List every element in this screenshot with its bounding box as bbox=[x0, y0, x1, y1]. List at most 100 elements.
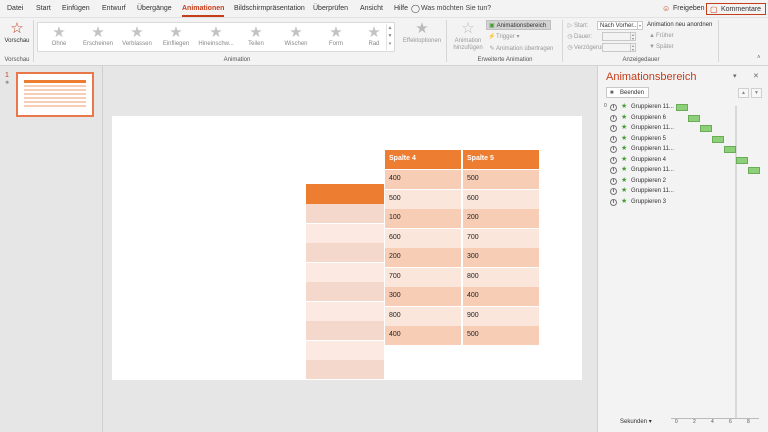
table-cell: 700 bbox=[385, 267, 461, 287]
spinner-icon: ▴ ▾ bbox=[630, 43, 634, 52]
animation-pane-button[interactable]: ▣ Animationsbereich bbox=[486, 20, 552, 30]
add-animation-label-1: Animation bbox=[454, 38, 482, 44]
star-icon: ★ bbox=[289, 24, 303, 41]
comment-icon: ▢ bbox=[710, 5, 718, 14]
item-name: Gruppieren 3 bbox=[631, 198, 667, 205]
timing-bar[interactable] bbox=[724, 146, 736, 153]
trigger-button[interactable]: ⚡Trigger ▾ bbox=[488, 33, 519, 40]
animation-pane-item[interactable]: ★ Gruppieren 11... bbox=[604, 124, 756, 134]
entrance-effect-icon: ★ bbox=[621, 124, 628, 131]
timing-bar[interactable] bbox=[688, 114, 700, 122]
tab-uebergaenge[interactable]: Übergänge bbox=[137, 5, 172, 12]
duration-label: ◷Dauer: bbox=[566, 33, 592, 40]
animation-pane-item[interactable]: ★ Gruppieren 5 bbox=[604, 135, 756, 145]
clock-icon: ◷ bbox=[567, 34, 573, 40]
animation-pane-title: Animationsbereich bbox=[606, 71, 697, 83]
tab-animationen[interactable]: Animationen bbox=[182, 5, 225, 17]
animation-item-teilen[interactable]: ★ Teilen bbox=[236, 24, 276, 47]
animation-pane-item[interactable]: ★ Gruppieren 11... bbox=[604, 166, 760, 176]
ribbon-separator bbox=[33, 20, 34, 62]
animation-pane-item[interactable]: ★ Gruppieren 3 bbox=[604, 198, 756, 208]
item-name: Gruppieren 6 bbox=[631, 114, 667, 121]
collapse-ribbon-icon[interactable]: ˄ bbox=[757, 55, 761, 61]
move-later-button[interactable]: ▼Später bbox=[648, 44, 674, 50]
group-label-animation: Animation bbox=[223, 57, 251, 63]
timing-bar[interactable] bbox=[712, 135, 724, 143]
move-earlier-button[interactable]: ▲Früher bbox=[648, 33, 674, 39]
tab-datei[interactable]: Datei bbox=[7, 5, 23, 12]
animation-item-hineinschweben[interactable]: ★ Hineinschw... bbox=[196, 24, 236, 47]
entrance-effect-icon: ★ bbox=[621, 134, 628, 142]
add-animation-button[interactable]: ☆ Animation hinzufügen bbox=[450, 20, 486, 52]
move-up-button[interactable]: ▲ bbox=[738, 88, 749, 98]
preview-button[interactable]: ☆ Vorschau bbox=[4, 20, 30, 45]
spinner-icon: ▴ ▾ bbox=[630, 32, 634, 41]
animation-item-erscheinen[interactable]: ★ Erscheinen bbox=[78, 24, 118, 47]
tab-bildschirmpraesentation[interactable]: Bildschirmpräsentation bbox=[234, 5, 305, 12]
animation-item-wischen[interactable]: ★ Wischen bbox=[276, 24, 316, 47]
tab-start[interactable]: Start bbox=[36, 5, 51, 12]
tab-ueberpruefen[interactable]: Überprüfen bbox=[313, 5, 348, 12]
delay-clock-icon: ◷ bbox=[567, 45, 573, 51]
slide-thumbnail-pane: 1 ✵ bbox=[0, 66, 103, 432]
animation-item-einfliegen[interactable]: ★ Einfliegen bbox=[156, 24, 196, 47]
person-icon: ☺ bbox=[662, 4, 671, 13]
effect-options-button[interactable]: ★ Effektoptionen bbox=[402, 20, 442, 45]
table-cell: 600 bbox=[463, 189, 539, 209]
tell-me-search[interactable]: ◯ Was möchten Sie tun? bbox=[411, 4, 491, 13]
brush-icon: ✎ bbox=[489, 46, 495, 52]
tab-hilfe[interactable]: Hilfe bbox=[394, 5, 408, 12]
tab-einfuegen[interactable]: Einfügen bbox=[62, 5, 90, 12]
group-label-advanced: Erweiterte Animation bbox=[477, 57, 533, 63]
animation-item-verblassen[interactable]: ★ Verblassen bbox=[117, 24, 157, 47]
table-cell: 100 bbox=[385, 209, 461, 228]
slide-canvas[interactable]: Spalte 4 Spalte 5 400 500 500 600 100 200 600 700… bbox=[112, 116, 582, 380]
star-icon: ★ bbox=[52, 24, 66, 41]
clock-icon bbox=[610, 188, 617, 195]
timing-bar[interactable] bbox=[700, 125, 712, 132]
timing-bar[interactable] bbox=[676, 104, 688, 111]
tab-entwurf[interactable]: Entwurf bbox=[102, 5, 126, 12]
add-animation-label-2: hinzufügen bbox=[453, 45, 483, 51]
pane-options-icon[interactable]: ▾ bbox=[733, 72, 737, 80]
effect-options-label: Effektoptionen bbox=[402, 38, 442, 44]
duration-field[interactable]: ▴ ▾ bbox=[602, 32, 636, 41]
animation-item-form[interactable]: ★ Form bbox=[316, 24, 356, 47]
add-animation-icon: ☆ bbox=[461, 20, 475, 37]
animation-painter-button[interactable]: ✎Animation übertragen bbox=[488, 45, 553, 52]
entrance-effect-icon: ★ bbox=[621, 145, 628, 152]
close-icon[interactable]: ✕ bbox=[753, 72, 759, 80]
start-label: ▷ Start: bbox=[566, 22, 589, 29]
entrance-effect-icon: ★ bbox=[621, 187, 628, 194]
tab-ansicht[interactable]: Ansicht bbox=[360, 5, 383, 12]
move-down-button[interactable]: ▼ bbox=[751, 88, 762, 98]
table-cell: 200 bbox=[385, 248, 461, 267]
gallery-scroll[interactable]: ▲ ▼ ▾ bbox=[386, 24, 393, 50]
clock-icon bbox=[610, 198, 617, 206]
table-cell: 300 bbox=[385, 287, 461, 306]
animation-pane-item[interactable]: ★ Gruppieren 11... bbox=[604, 145, 756, 155]
table-cell: 800 bbox=[463, 267, 539, 287]
animation-pane-item[interactable]: ★ Gruppieren 6 bbox=[604, 114, 756, 124]
animation-pane-item[interactable]: ★ Gruppieren 4 bbox=[604, 156, 756, 166]
table-cell: 700 bbox=[463, 228, 539, 248]
stop-button[interactable]: ■ Beenden bbox=[606, 87, 650, 98]
ribbon: ☆ Vorschau Vorschau ★ Ohne ★ Erscheinen ★ V… bbox=[0, 18, 768, 66]
slide-thumbnail[interactable] bbox=[16, 72, 94, 117]
animation-pane-item[interactable]: ★ Gruppieren 2 bbox=[604, 177, 756, 187]
comments-button[interactable]: ▢ Kommentare bbox=[706, 3, 767, 15]
start-select[interactable]: Nach Vorher... ▾ bbox=[597, 21, 643, 30]
reorder-title: Animation neu anordnen bbox=[647, 22, 713, 28]
animation-pane: Animationsbereich ▾ ✕ ■ Beenden ▲ ▼ 0 ★ Gru… bbox=[597, 66, 768, 432]
share-button[interactable]: ☺ Freigeben bbox=[659, 3, 709, 15]
animation-pane-item[interactable]: ★ Gruppieren 11... bbox=[604, 187, 756, 197]
item-index: 0 bbox=[604, 103, 607, 109]
timing-bar[interactable] bbox=[748, 167, 760, 174]
animation-item-ohne[interactable]: ★ Ohne bbox=[39, 24, 79, 47]
table-cell: 900 bbox=[463, 306, 539, 326]
animation-pane-item[interactable]: 0 ★ Gruppieren 11... bbox=[604, 103, 756, 113]
timing-bar[interactable] bbox=[736, 156, 748, 164]
delay-field[interactable]: ▴ ▾ bbox=[602, 43, 636, 52]
scale-tick: 0 bbox=[675, 419, 678, 425]
seconds-dropdown[interactable]: Sekunden ▾ bbox=[620, 418, 652, 425]
